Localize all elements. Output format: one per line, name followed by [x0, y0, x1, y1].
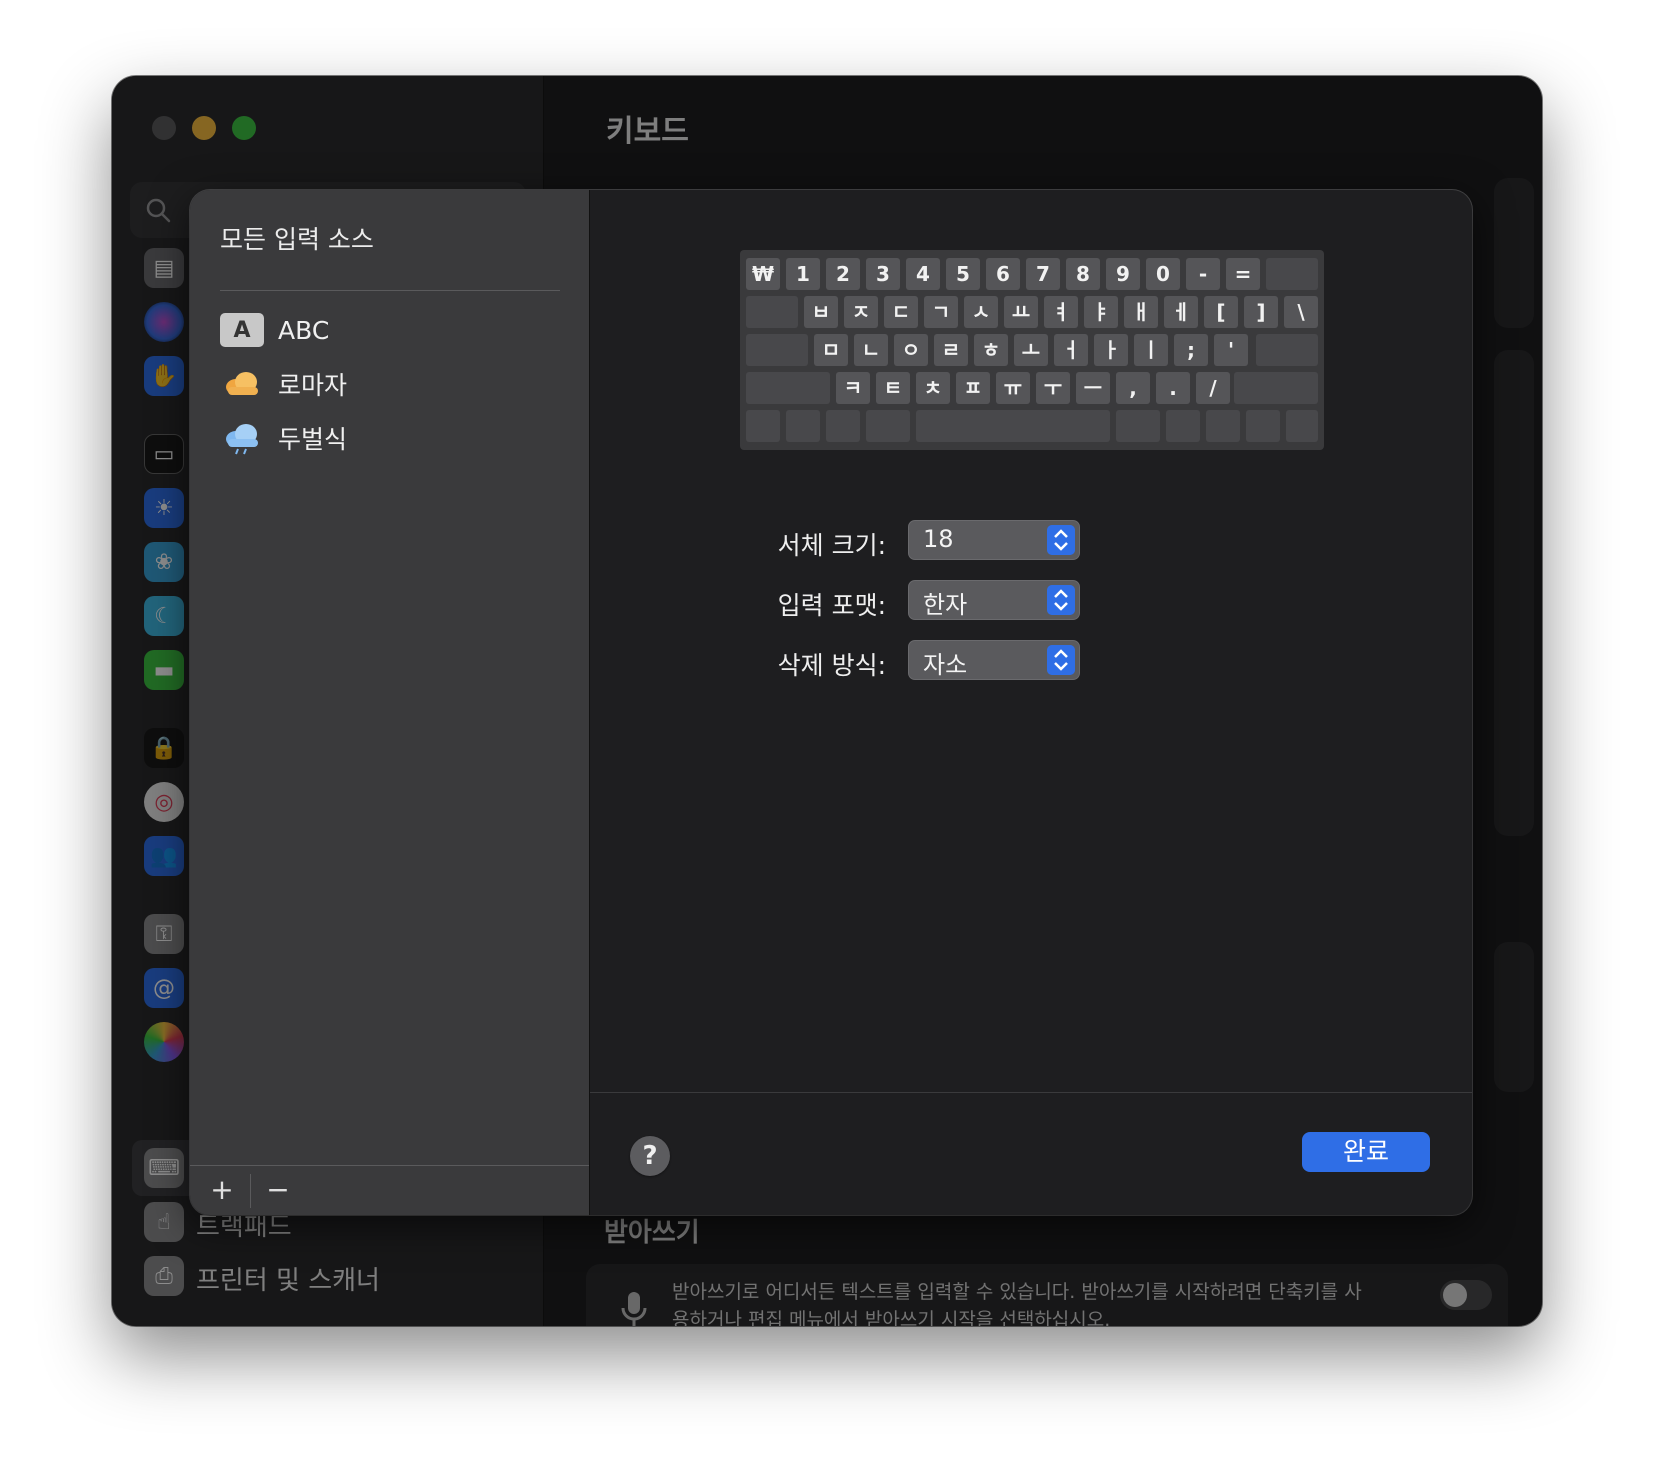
- font-size-value: 18: [923, 525, 954, 553]
- keyboard-key: ㅛ: [1004, 296, 1038, 328]
- keyboard-key: 1: [786, 258, 820, 290]
- done-button[interactable]: 완료: [1302, 1132, 1430, 1172]
- footer-divider: [590, 1092, 1472, 1093]
- keyboard-key-capslock: [746, 334, 808, 366]
- delete-method-label: 삭제 방식:: [777, 651, 886, 680]
- list-item-label: 두벌식: [278, 425, 348, 454]
- font-size-popup[interactable]: 18: [908, 520, 1080, 560]
- keyboard-key: ㅂ: [804, 296, 838, 328]
- delete-method-value: 자소: [923, 651, 968, 679]
- keyboard-key-return: [1256, 334, 1318, 366]
- keyboard-key: ,: [1116, 372, 1150, 404]
- keyboard-key: ㅌ: [876, 372, 910, 404]
- abc-icon: A: [220, 313, 264, 347]
- list-footer: + −: [190, 1165, 589, 1215]
- chevron-updown-icon: [1047, 525, 1075, 555]
- keyboard-key: ㅋ: [836, 372, 870, 404]
- keyboard-key: ': [1214, 334, 1248, 366]
- keyboard-key: ㅍ: [956, 372, 990, 404]
- keyboard-key: ㅑ: [1084, 296, 1118, 328]
- keyboard-key-shift-left: [746, 372, 830, 404]
- keyboard-key: ㅕ: [1044, 296, 1078, 328]
- font-size-label: 서체 크기:: [777, 531, 886, 560]
- keyboard-key: -: [1186, 258, 1220, 290]
- list-item-label: 로마자: [278, 371, 348, 400]
- keyboard-layout-preview: ₩1 2 3 4 5 6 7 8 9 0- = ㅂㅈㄷㄱㅅㅛㅕㅑㅐㅔ[] \ ㅁㄴㅇㄹㅎㅗㅓㅏㅣ; ' ㅋㅌㅊ…: [740, 250, 1324, 450]
- keyboard-key: 8: [1066, 258, 1100, 290]
- add-source-button[interactable]: +: [202, 1172, 242, 1208]
- keyboard-key: 2: [826, 258, 860, 290]
- keyboard-key: ㅁ: [814, 334, 848, 366]
- keyboard-key-modifier: [1116, 410, 1160, 442]
- keyboard-key: [: [1204, 296, 1238, 328]
- keyboard-key: ㅗ: [1014, 334, 1048, 366]
- keyboard-key: ㅜ: [1036, 372, 1070, 404]
- keyboard-key: ㅈ: [844, 296, 878, 328]
- keyboard-key: ㄴ: [854, 334, 888, 366]
- keyboard-key: /: [1196, 372, 1230, 404]
- list-item-abc[interactable]: A ABC: [220, 308, 560, 352]
- chevron-updown-icon: [1047, 585, 1075, 615]
- keyboard-key: ㅡ: [1076, 372, 1110, 404]
- cloud-orange-icon: [226, 372, 258, 395]
- keyboard-key: 9: [1106, 258, 1140, 290]
- list-item-dubeolsik[interactable]: 두벌식: [220, 416, 560, 460]
- list-divider: [220, 290, 560, 291]
- input-sources-sheet: 모든 입력 소스 A ABC 로마자 두벌식 + − ₩ 1 2 3 4 5 6…: [190, 190, 1472, 1215]
- help-button[interactable]: ?: [630, 1136, 670, 1176]
- keyboard-key: ㅅ: [964, 296, 998, 328]
- keyboard-key-tab: [746, 296, 798, 328]
- keyboard-key: \: [1284, 296, 1318, 328]
- keyboard-key-shift-right: [1234, 372, 1318, 404]
- keyboard-key-modifier: [826, 410, 860, 442]
- keyboard-key: 3: [866, 258, 900, 290]
- keyboard-key-modifier: [1166, 410, 1200, 442]
- keyboard-key: 7: [1026, 258, 1060, 290]
- keyboard-key: ₩: [746, 258, 780, 290]
- keyboard-key-modifier: [1246, 410, 1280, 442]
- keyboard-key: ㄷ: [884, 296, 918, 328]
- keyboard-key: 5: [946, 258, 980, 290]
- keyboard-key-modifier: [866, 410, 910, 442]
- keyboard-key: ㅔ: [1164, 296, 1198, 328]
- keyboard-key: =: [1226, 258, 1260, 290]
- keyboard-key: ㅓ: [1054, 334, 1088, 366]
- keyboard-key-modifier: [1286, 410, 1318, 442]
- keyboard-key: ㅣ: [1134, 334, 1168, 366]
- keyboard-key-modifier: [746, 410, 780, 442]
- keyboard-key: 4: [906, 258, 940, 290]
- input-format-value: 한자: [923, 591, 968, 619]
- keyboard-key: ]: [1244, 296, 1278, 328]
- keyboard-key: 0: [1146, 258, 1180, 290]
- delete-method-popup[interactable]: 자소: [908, 640, 1080, 680]
- keyboard-key: ㅐ: [1124, 296, 1158, 328]
- keyboard-key: ㅎ: [974, 334, 1008, 366]
- keyboard-key: 6: [986, 258, 1020, 290]
- keyboard-key: ;: [1174, 334, 1208, 366]
- footer-separator: [250, 1174, 251, 1208]
- keyboard-key-modifier: [1206, 410, 1240, 442]
- keyboard-key: ㅠ: [996, 372, 1030, 404]
- list-heading: 모든 입력 소스: [220, 225, 374, 254]
- keyboard-key-space: [916, 410, 1110, 442]
- chevron-updown-icon: [1047, 645, 1075, 675]
- keyboard-key: ㄹ: [934, 334, 968, 366]
- list-item-romaja[interactable]: 로마자: [220, 362, 560, 406]
- keyboard-key: .: [1156, 372, 1190, 404]
- keyboard-key: ㅇ: [894, 334, 928, 366]
- list-item-label: ABC: [278, 315, 330, 345]
- input-sources-list-pane: 모든 입력 소스 A ABC 로마자 두벌식 + −: [190, 190, 590, 1215]
- keyboard-key: ㅊ: [916, 372, 950, 404]
- keyboard-key: ㅏ: [1094, 334, 1128, 366]
- cloud-blue-icon: [226, 424, 258, 455]
- remove-source-button[interactable]: −: [258, 1172, 298, 1208]
- keyboard-key-modifier: [786, 410, 820, 442]
- input-format-label: 입력 포맷:: [777, 591, 886, 620]
- keyboard-key-delete: [1266, 258, 1318, 290]
- input-format-popup[interactable]: 한자: [908, 580, 1080, 620]
- keyboard-key: ㄱ: [924, 296, 958, 328]
